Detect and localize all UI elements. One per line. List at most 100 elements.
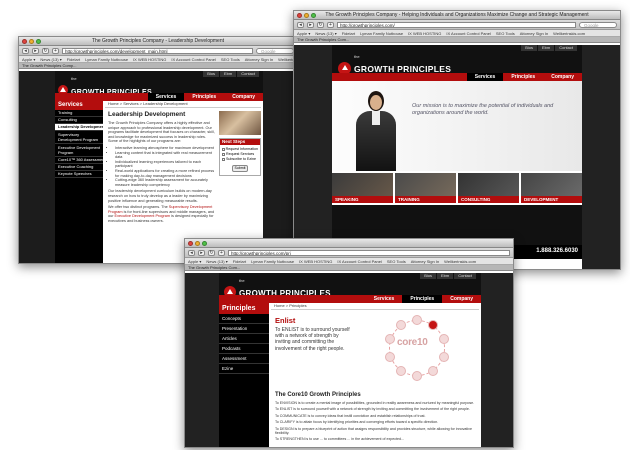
bookmark-item[interactable]: Fidelart	[233, 259, 246, 264]
bookmark-item[interactable]: News (13) ▾	[206, 259, 227, 264]
bookmark-item[interactable]: Fidelart	[342, 31, 355, 36]
address-bar[interactable]: http://growthprinciples.com/pri	[228, 249, 510, 256]
bookmark-item[interactable]: SEO Tools	[496, 31, 515, 36]
nav-principles[interactable]: Principles	[402, 295, 443, 303]
topnav-ebm[interactable]: Ebm	[219, 71, 237, 77]
topnav-ebm[interactable]: Ebm	[537, 45, 555, 51]
submit-button[interactable]: Submit	[232, 165, 248, 172]
core10-node[interactable]	[395, 365, 406, 376]
address-bar[interactable]: http://growthprinciples.com/development_…	[62, 47, 253, 54]
sidebar-item[interactable]: Articles	[219, 334, 269, 344]
bookmark-item[interactable]: Lyman Family Nutbouse	[360, 31, 403, 36]
bookmark-item[interactable]: Lyman Family Nutbouse	[85, 57, 128, 62]
core10-node[interactable]	[438, 351, 449, 362]
bookmark-item[interactable]: News (13) ▾	[315, 31, 336, 36]
reload-button[interactable]: ↻	[208, 249, 215, 256]
forward-button[interactable]: ▸	[32, 47, 39, 54]
bookmark-item[interactable]: IX Account Control Panel	[171, 57, 215, 62]
nav-principles[interactable]: Principles	[184, 93, 224, 101]
back-button[interactable]: ◂	[188, 249, 195, 256]
bookmark-item[interactable]: SEO Tools	[387, 259, 406, 264]
core10-node[interactable]	[395, 320, 406, 331]
forward-button[interactable]: ▸	[307, 21, 314, 28]
service-tile-consulting[interactable]: CONSULTING	[458, 173, 519, 203]
sidebar-item[interactable]: Presentation	[219, 324, 269, 334]
service-tile-training[interactable]: TRAINING	[395, 173, 456, 203]
sidebar-item[interactable]: Keynote Speeches	[55, 171, 103, 178]
back-button[interactable]: ◂	[22, 47, 29, 54]
executive-program-link[interactable]: Executive Development Program	[115, 214, 171, 218]
back-button[interactable]: ◂	[297, 21, 304, 28]
sidebar-item[interactable]: Consulting	[55, 117, 103, 124]
add-bookmark-button[interactable]: +	[52, 47, 59, 54]
zoom-icon[interactable]	[36, 39, 41, 44]
address-bar[interactable]: http://growthprinciples.com/	[337, 21, 576, 28]
bookmark-item[interactable]: Attorney Sign In	[245, 57, 273, 62]
bookmark-item[interactable]: Apple ▾	[297, 31, 310, 36]
sidebar-item[interactable]: Executive Coaching	[55, 164, 103, 171]
next-step-option[interactable]: Subscribe to Ezine	[222, 157, 258, 162]
core10-node[interactable]	[412, 371, 422, 381]
nav-services[interactable]: Services	[366, 295, 403, 303]
search-input[interactable]: Google	[256, 47, 294, 54]
nav-company[interactable]: Company	[543, 73, 582, 81]
sidebar-item[interactable]: Concepts	[219, 314, 269, 324]
sidebar-item[interactable]: Training	[55, 110, 103, 117]
bookmark-item[interactable]: Wellkerinskis.com	[444, 259, 476, 264]
topnav-contact[interactable]: Contact	[555, 45, 577, 51]
close-icon[interactable]	[188, 241, 193, 246]
sidebar-item[interactable]: Assessment	[219, 354, 269, 364]
bookmark-item[interactable]: Lyman Family Nutbouse	[251, 259, 294, 264]
tab-active[interactable]: The Growth Principles Com...	[294, 37, 620, 43]
tab-active[interactable]: The Growth Principles Comp...	[19, 63, 297, 69]
bookmark-item[interactable]: IX Account Control Panel	[337, 259, 381, 264]
reload-button[interactable]: ↻	[42, 47, 49, 54]
nav-company[interactable]: Company	[442, 295, 481, 303]
bookmark-item[interactable]: Fidelart	[67, 57, 80, 62]
close-icon[interactable]	[297, 13, 302, 18]
topnav-contact[interactable]: Contact	[454, 273, 476, 279]
core10-node[interactable]	[385, 351, 396, 362]
bookmark-item[interactable]: Wellkerinskis.com	[553, 31, 585, 36]
bookmark-item[interactable]: IX WEB HOSTING	[133, 57, 166, 62]
bookmark-item[interactable]: IX WEB HOSTING	[299, 259, 332, 264]
minimize-icon[interactable]	[195, 241, 200, 246]
window-titlebar[interactable]: The Growth Principles Company - Helping …	[294, 11, 620, 20]
nav-company[interactable]: Company	[224, 93, 263, 101]
minimize-icon[interactable]	[29, 39, 34, 44]
core10-wheel[interactable]: core10	[367, 312, 467, 384]
sidebar-item[interactable]: Ezine	[219, 364, 269, 374]
forward-button[interactable]: ▸	[198, 249, 205, 256]
core10-node[interactable]	[412, 315, 422, 325]
close-icon[interactable]	[22, 39, 27, 44]
reload-button[interactable]: ↻	[317, 21, 324, 28]
checkbox[interactable]	[222, 153, 225, 156]
nav-services[interactable]: Services	[466, 73, 504, 81]
bookmark-item[interactable]: Apple ▾	[188, 259, 201, 264]
topnav-contact[interactable]: Contact	[237, 71, 259, 77]
nav-services[interactable]: Services	[147, 93, 185, 101]
zoom-icon[interactable]	[202, 241, 207, 246]
service-tile-development[interactable]: DEVELOPMENT	[521, 173, 582, 203]
sidebar-item[interactable]: Supervisory Development Program	[55, 131, 103, 144]
core10-node[interactable]	[438, 334, 449, 345]
bookmark-item[interactable]: Attorney Sign In	[520, 31, 548, 36]
sidebar-item[interactable]: Leadership Development	[55, 124, 103, 131]
bookmark-item[interactable]: IX Account Control Panel	[446, 31, 490, 36]
topnav-bios[interactable]: Bios	[521, 45, 537, 51]
search-input[interactable]: Google	[579, 21, 617, 28]
topnav-bios[interactable]: Bios	[420, 273, 436, 279]
bookmark-item[interactable]: SEO Tools	[221, 57, 240, 62]
bookmark-item[interactable]: IX WEB HOSTING	[408, 31, 441, 36]
window-titlebar[interactable]	[185, 239, 513, 248]
checkbox[interactable]	[222, 148, 225, 151]
sidebar-item[interactable]: Executive Development Program	[55, 144, 103, 157]
bookmark-item[interactable]: News (13) ▾	[40, 57, 61, 62]
checkbox[interactable]	[222, 158, 225, 161]
add-bookmark-button[interactable]: +	[327, 21, 334, 28]
core10-node[interactable]	[428, 365, 439, 376]
tab-active[interactable]: The Growth Principles Com...	[185, 265, 513, 271]
bookmark-item[interactable]: Attorney Sign In	[411, 259, 439, 264]
bookmark-item[interactable]: Apple ▾	[22, 57, 35, 62]
service-tile-speaking[interactable]: SPEAKING	[332, 173, 393, 203]
